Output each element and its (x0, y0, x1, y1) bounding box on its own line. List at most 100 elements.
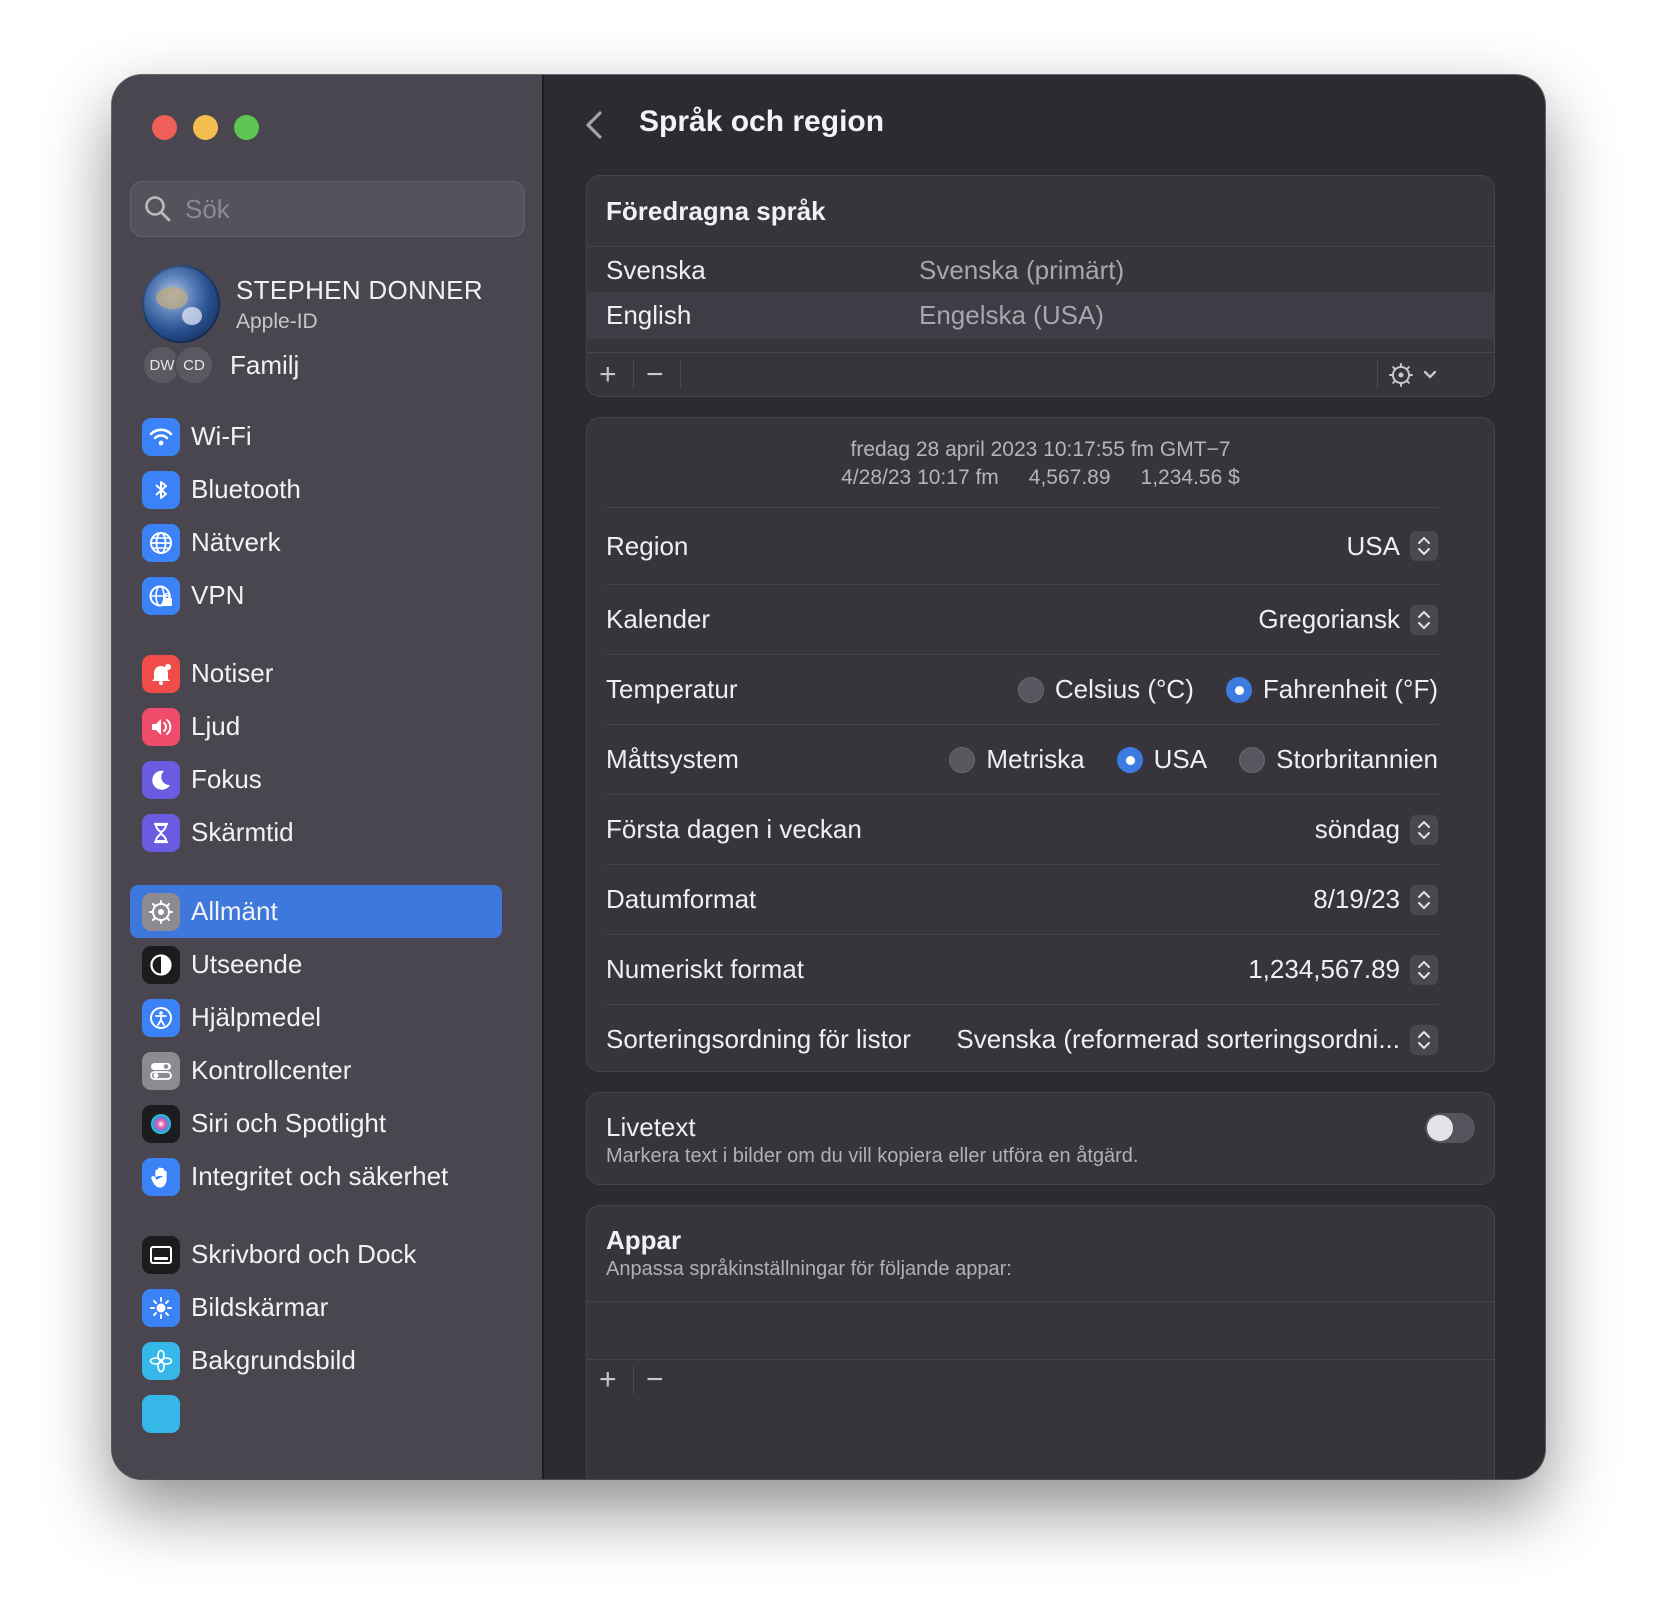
radio-button (1017, 676, 1044, 703)
apps-card: Appar Anpassa språkinställningar för föl… (586, 1205, 1495, 1479)
first-day-popup[interactable]: söndag (1315, 814, 1438, 845)
apple-id-profile[interactable]: STEPHEN DONNER Apple-ID (142, 265, 483, 343)
sidebar-item-label: Kontrollcenter (191, 1055, 352, 1085)
sidebar-item-displays[interactable]: Bildskärmar (130, 1281, 502, 1334)
livetext-description: Markera text i bilder om du vill kopiera… (606, 1145, 1139, 1167)
radio-us[interactable]: USA (1116, 744, 1207, 775)
system-settings-window: Sök STEPHEN DONNER Apple-ID DW CD Familj… (112, 75, 1545, 1479)
preferred-languages-title: Föredragna språk (606, 196, 826, 226)
format-preview: fredag 28 april 2023 10:17:55 fm GMT−7 4… (587, 436, 1494, 492)
radio-label: Metriska (986, 744, 1085, 774)
sidebar-item-label: Integritet och säkerhet (191, 1161, 449, 1191)
radio-fahrenheit[interactable]: Fahrenheit (°F) (1225, 674, 1438, 705)
sidebar-item-label: Bildskärmar (191, 1292, 329, 1322)
first-day-value: söndag (1314, 814, 1400, 844)
sidebar-item-network[interactable]: Nätverk (130, 516, 502, 569)
remove-language-button[interactable]: − (646, 359, 664, 391)
sidebar-item-sound[interactable]: Ljud (130, 700, 502, 753)
sidebar-item-wifi[interactable]: Wi-Fi (130, 410, 502, 463)
sidebar-item-label: Bluetooth (191, 474, 301, 504)
sidebar-item-label: Allmänt (191, 896, 278, 926)
sidebar-item-label: Nätverk (191, 527, 281, 557)
minimize-window-button[interactable] (193, 115, 218, 140)
back-chevron-icon[interactable] (576, 105, 612, 145)
radio-label: Storbritannien (1276, 744, 1438, 774)
measurement-row: Måttsystem Metriska USA Storbritannien (606, 724, 1438, 794)
sidebar-item-label: Siri och Spotlight (191, 1108, 387, 1138)
apps-description: Anpassa språkinställningar för följande … (606, 1258, 1012, 1280)
first-day-label: Första dagen i veckan (606, 814, 862, 844)
sidebar-item-accessibility[interactable]: Hjälpmedel (130, 991, 502, 1044)
sort-order-popup[interactable]: Svenska (reformerad sorteringsordni... (956, 1024, 1438, 1055)
radio-button (1239, 746, 1266, 773)
sidebar-item-notifications[interactable]: Notiser (130, 647, 502, 700)
appearance-icon (142, 945, 180, 984)
language-options-gear-icon[interactable] (1387, 361, 1443, 389)
sort-order-value: Svenska (reformerad sorteringsordni... (956, 1024, 1400, 1054)
preferred-languages-card: Föredragna språk Svenska Svenska (primär… (586, 175, 1495, 397)
livetext-toggle[interactable] (1425, 1113, 1475, 1143)
region-popup[interactable]: USA (1347, 531, 1438, 562)
family-member-badge: CD (174, 345, 214, 385)
radio-metric[interactable]: Metriska (949, 744, 1085, 775)
sidebar-item-bluetooth[interactable]: Bluetooth (130, 463, 502, 516)
sidebar-item-partial[interactable] (130, 1387, 502, 1440)
zoom-window-button[interactable] (234, 115, 259, 140)
updown-chevron-icon (1410, 814, 1438, 845)
hand-icon (142, 1157, 180, 1196)
moon-icon (142, 760, 180, 799)
radio-celsius[interactable]: Celsius (°C) (1017, 674, 1194, 705)
sort-order-row: Sorteringsordning för listor Svenska (re… (606, 1004, 1438, 1071)
measurement-label: Måttsystem (606, 744, 739, 774)
sidebar-item-wallpaper[interactable]: Bakgrundsbild (130, 1334, 502, 1387)
close-window-button[interactable] (152, 115, 177, 140)
preview-long-date: fredag 28 april 2023 10:17:55 fm GMT−7 (850, 438, 1231, 461)
sidebar-item-label: Notiser (191, 658, 274, 688)
sidebar-item-vpn[interactable]: VPN (130, 569, 502, 622)
language-row-english[interactable]: English Engelska (USA) (587, 292, 1494, 339)
preview-currency: 1,234.56 $ (1140, 466, 1240, 489)
sidebar-item-family[interactable]: DW CD Familj (142, 345, 299, 385)
avatar (142, 265, 220, 343)
sidebar: Sök STEPHEN DONNER Apple-ID DW CD Familj… (112, 75, 544, 1479)
sidebar-item-general[interactable]: Allmänt (130, 885, 502, 938)
radio-label: Celsius (°C) (1054, 674, 1194, 704)
hourglass-icon (142, 813, 180, 852)
livetext-title: Livetext (606, 1112, 696, 1142)
date-format-popup[interactable]: 8/19/23 (1313, 884, 1438, 915)
add-app-button[interactable]: + (599, 1364, 617, 1396)
radio-uk[interactable]: Storbritannien (1239, 744, 1438, 775)
profile-name: STEPHEN DONNER (236, 274, 483, 305)
sidebar-item-screen-time[interactable]: Skärmtid (130, 806, 502, 859)
sidebar-item-desktop-dock[interactable]: Skrivbord och Dock (130, 1228, 502, 1281)
sidebar-item-label: Skärmtid (191, 817, 294, 847)
sidebar-item-label: Fokus (191, 764, 262, 794)
sidebar-item-focus[interactable]: Fokus (130, 753, 502, 806)
sidebar-item-label: Hjälpmedel (191, 1002, 322, 1032)
add-language-button[interactable]: + (599, 359, 617, 391)
sidebar-item-control-center[interactable]: Kontrollcenter (130, 1044, 502, 1097)
livetext-card: Livetext Markera text i bilder om du vil… (586, 1092, 1495, 1185)
gear-icon (142, 892, 180, 931)
dock-icon (142, 1235, 180, 1274)
page-title: Språk och region (639, 105, 885, 138)
language-row-svenska[interactable]: Svenska Svenska (primärt) (587, 246, 1494, 293)
family-label: Familj (230, 349, 300, 380)
sidebar-item-label: Bakgrundsbild (191, 1345, 356, 1375)
updown-chevron-icon (1410, 954, 1438, 985)
sidebar-item-siri-spotlight[interactable]: Siri och Spotlight (130, 1097, 502, 1150)
updown-chevron-icon (1410, 604, 1438, 635)
calendar-value: Gregoriansk (1258, 604, 1400, 634)
accessibility-icon (142, 998, 180, 1037)
search-field[interactable]: Sök (130, 181, 525, 237)
language-name: English (606, 300, 692, 330)
region-label: Region (606, 530, 689, 561)
sidebar-item-privacy-security[interactable]: Integritet och säkerhet (130, 1150, 502, 1203)
region-value: USA (1346, 530, 1400, 561)
calendar-popup[interactable]: Gregoriansk (1258, 604, 1438, 635)
remove-app-button[interactable]: − (646, 1364, 664, 1396)
number-format-popup[interactable]: 1,234,567.89 (1248, 954, 1438, 985)
number-format-label: Numeriskt format (606, 954, 804, 984)
sidebar-item-appearance[interactable]: Utseende (130, 938, 502, 991)
sidebar-item-label: Skrivbord och Dock (191, 1239, 417, 1269)
